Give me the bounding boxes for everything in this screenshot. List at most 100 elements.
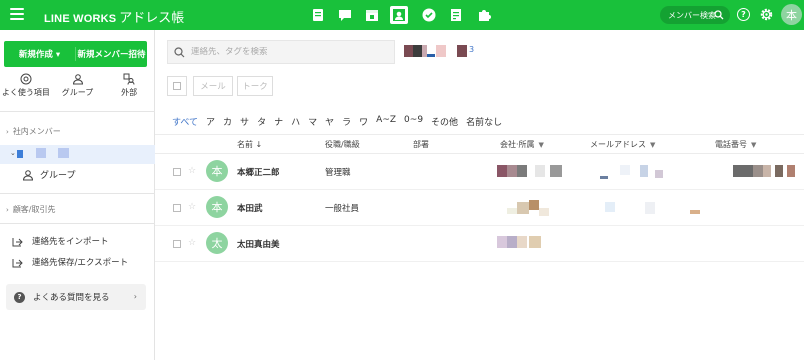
redacted-company: [539, 208, 549, 216]
column-email-label: メールアドレス: [590, 140, 646, 149]
column-dept[interactable]: 部署: [413, 139, 429, 150]
export-contacts-label: 連絡先保存/エクスポート: [32, 258, 129, 268]
customers-label: 顧客/取引先: [12, 205, 56, 214]
invite-member-button[interactable]: 新規メンバー招待: [76, 41, 147, 67]
redacted-company: [507, 208, 517, 214]
faq-label: よくある質問を見る: [33, 293, 110, 303]
row-checkbox[interactable]: [173, 240, 181, 248]
table-row[interactable]: ☆ 本 本郷正二郎 管理職: [155, 154, 804, 190]
faq-button[interactable]: ? よくある質問を見る ›: [6, 284, 146, 310]
board-icon[interactable]: [308, 5, 328, 25]
customers-toggle[interactable]: › 顧客/取引先: [6, 204, 56, 215]
export-contacts-link[interactable]: 連絡先保存/エクスポート: [12, 256, 128, 268]
search-input[interactable]: [191, 47, 381, 57]
internal-members-toggle[interactable]: › 社内メンバー: [6, 126, 61, 137]
selected-contact-thumb: [427, 54, 435, 57]
contacts-icon[interactable]: [390, 6, 408, 24]
table-row[interactable]: ☆ 太 太田真由美: [155, 226, 804, 262]
help-icon[interactable]: ?: [737, 8, 750, 21]
menu-icon[interactable]: [10, 8, 24, 20]
table-row[interactable]: ☆ 本 本田武 一般社員: [155, 190, 804, 226]
redacted-email: [620, 165, 630, 175]
app-brand[interactable]: LINE WORKS アドレス帳: [44, 7, 184, 26]
redacted-company: [517, 165, 527, 177]
column-name[interactable]: 名前 ↓: [237, 139, 262, 150]
filter-ma[interactable]: マ: [308, 115, 317, 128]
quick-link-external[interactable]: 外部: [103, 73, 155, 103]
import-contacts-label: 連絡先をインポート: [32, 237, 109, 247]
member-search-label: メンバー検索: [668, 10, 716, 20]
filter-wa[interactable]: ワ: [359, 115, 368, 128]
contact-search[interactable]: [167, 40, 395, 64]
avatar: 本: [206, 160, 228, 182]
redacted-phone: [775, 165, 783, 177]
row-checkbox[interactable]: [173, 204, 181, 212]
mail-button[interactable]: メール: [193, 76, 233, 96]
quick-link-label: 外部: [121, 88, 138, 97]
import-contacts-link[interactable]: 連絡先をインポート: [12, 235, 109, 247]
column-company-label: 会社·所属: [500, 140, 535, 149]
filter-a-z[interactable]: A~Z: [376, 115, 396, 128]
filter-icon[interactable]: ▼: [539, 141, 544, 149]
quick-link-group[interactable]: グループ: [52, 73, 104, 103]
talk-button[interactable]: トーク: [237, 76, 273, 96]
talk-icon[interactable]: [335, 5, 355, 25]
result-count[interactable]: 3: [469, 45, 474, 54]
new-create-button[interactable]: 新規作成 ▾: [4, 41, 75, 67]
search-icon: [174, 46, 185, 57]
filter-no-name[interactable]: 名前なし: [466, 115, 502, 128]
export-icon: [12, 258, 23, 267]
gear-icon[interactable]: [759, 7, 774, 22]
quick-links: よく使う項目 グループ 外部: [0, 73, 155, 103]
filter-sa[interactable]: サ: [240, 115, 249, 128]
selected-contact-thumb: [404, 45, 413, 57]
redacted-email: [645, 202, 655, 214]
member-search-button[interactable]: メンバー検索: [660, 6, 730, 24]
filter-ka[interactable]: カ: [223, 115, 232, 128]
contact-name[interactable]: 本郷正二郎: [237, 166, 280, 178]
sidebar-item-groups[interactable]: グループ: [22, 168, 75, 181]
plugin-icon[interactable]: [474, 5, 494, 25]
redacted-company: [517, 202, 529, 214]
filter-ra[interactable]: ラ: [342, 115, 351, 128]
contact-name[interactable]: 太田真由美: [237, 238, 280, 250]
group-icon: [72, 74, 83, 85]
form-icon[interactable]: [446, 5, 466, 25]
quick-link-label: グループ: [61, 88, 94, 97]
filter-na[interactable]: ナ: [274, 115, 283, 128]
user-avatar[interactable]: 本: [781, 4, 802, 25]
sidebar-divider: [0, 223, 155, 224]
redacted-phone: [733, 165, 753, 177]
filter-icon[interactable]: ▼: [751, 141, 756, 149]
internal-members-label: 社内メンバー: [12, 127, 61, 136]
filter-0-9[interactable]: 0~9: [404, 115, 423, 128]
favorite-star-icon[interactable]: ☆: [188, 238, 196, 248]
row-checkbox[interactable]: [173, 168, 181, 176]
column-title[interactable]: 役職/職級: [325, 139, 360, 150]
column-phone[interactable]: 電話番号 ▼: [715, 139, 756, 150]
filter-icon[interactable]: ▼: [650, 141, 655, 149]
quick-link-frequent[interactable]: よく使う項目: [0, 73, 52, 103]
task-icon[interactable]: [419, 5, 439, 25]
filter-ta[interactable]: タ: [257, 115, 266, 128]
brand-logo-text: LINE WORKS: [44, 13, 117, 25]
filter-ya[interactable]: ヤ: [325, 115, 334, 128]
redacted-company: [497, 236, 507, 248]
filter-a[interactable]: ア: [206, 115, 215, 128]
groups-label: グループ: [40, 171, 76, 181]
calendar-icon[interactable]: [362, 5, 382, 25]
selected-contact-thumb: [413, 45, 422, 57]
filter-all[interactable]: すべて: [172, 115, 198, 128]
column-company[interactable]: 会社·所属 ▼: [500, 139, 544, 150]
column-email[interactable]: メールアドレス ▼: [590, 139, 655, 150]
sidebar: 新規作成 ▾ 新規メンバー招待 よく使う項目 グループ 外部 › 社内メンバー ⌄…: [0, 30, 155, 360]
filter-ha[interactable]: ハ: [291, 115, 300, 128]
redacted-email: [690, 210, 700, 214]
sidebar-item-organization[interactable]: ⌄: [0, 145, 155, 164]
select-all-checkbox[interactable]: [167, 76, 187, 96]
contact-title: 管理職: [325, 168, 351, 178]
filter-other[interactable]: その他: [431, 115, 458, 128]
contact-name[interactable]: 本田武: [237, 202, 263, 214]
favorite-star-icon[interactable]: ☆: [188, 166, 196, 176]
favorite-star-icon[interactable]: ☆: [188, 202, 196, 212]
